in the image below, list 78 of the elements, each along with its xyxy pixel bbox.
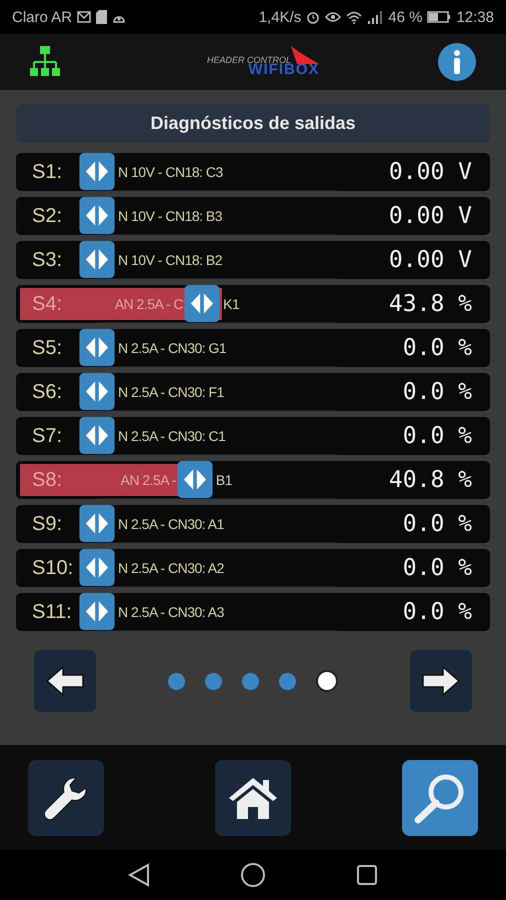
previous-button[interactable] bbox=[34, 650, 96, 712]
page-dot[interactable] bbox=[242, 672, 259, 690]
battery-percent: 46 % bbox=[388, 8, 422, 26]
output-label: S6: bbox=[32, 381, 62, 404]
slider-thumb[interactable] bbox=[78, 417, 116, 454]
output-label: S3: bbox=[32, 249, 62, 272]
carrier-name: Claro AR bbox=[12, 8, 72, 26]
output-reading: 0.00 V bbox=[388, 203, 472, 229]
home-circle-icon[interactable] bbox=[240, 862, 266, 888]
info-icon[interactable] bbox=[438, 43, 476, 81]
output-description: K1 bbox=[223, 296, 240, 312]
output-label: S9: bbox=[32, 513, 62, 536]
output-reading: 0.00 V bbox=[388, 159, 472, 185]
output-reading: 0.0 % bbox=[402, 335, 472, 361]
output-description: N 2.5A - CN30: A2 bbox=[118, 560, 224, 576]
output-description: N 10V - CN18: C3 bbox=[118, 164, 223, 180]
mail-icon bbox=[77, 11, 92, 23]
page-dot[interactable] bbox=[205, 672, 222, 690]
output-reading: 0.0 % bbox=[402, 423, 472, 449]
network-tree-icon[interactable] bbox=[30, 46, 60, 78]
slider-thumb[interactable] bbox=[176, 461, 214, 498]
right-arrow-icon bbox=[421, 665, 461, 697]
output-description: N 2.5A - CN30: C1 bbox=[118, 428, 226, 444]
output-description: AN 2.5A - bbox=[120, 472, 176, 488]
output-reading: 0.0 % bbox=[402, 555, 472, 581]
wifi-icon bbox=[346, 10, 362, 24]
search-button[interactable] bbox=[402, 760, 478, 836]
slider-thumb[interactable] bbox=[78, 329, 116, 366]
home-icon bbox=[227, 776, 279, 820]
output-label: S4: bbox=[32, 293, 62, 316]
left-arrow-icon bbox=[45, 665, 85, 697]
output-reading: 43.8 % bbox=[388, 291, 472, 317]
slider-thumb[interactable] bbox=[78, 241, 116, 278]
output-reading: 0.0 % bbox=[402, 511, 472, 537]
signal-icon bbox=[367, 10, 384, 24]
output-reading: 0.00 V bbox=[388, 247, 472, 273]
next-button[interactable] bbox=[410, 650, 472, 712]
clock-time: 12:38 bbox=[456, 8, 494, 26]
back-icon[interactable] bbox=[128, 863, 150, 887]
page-dot[interactable] bbox=[279, 672, 296, 690]
recents-icon[interactable] bbox=[356, 864, 378, 886]
output-description: N 2.5A - CN30: G1 bbox=[118, 340, 226, 356]
eye-icon bbox=[325, 11, 342, 23]
output-label: S8: bbox=[32, 469, 62, 492]
logo-tagline: HEADER CONTROL bbox=[206, 54, 291, 65]
sd-card-icon bbox=[96, 10, 108, 24]
output-description: AN 2.5A - C bbox=[114, 296, 184, 312]
slider-thumb[interactable] bbox=[183, 285, 222, 322]
output-label: S2: bbox=[32, 205, 62, 228]
alarm-icon bbox=[306, 10, 320, 24]
settings-button[interactable] bbox=[28, 760, 104, 836]
section-header: Diagnósticos de salidas bbox=[16, 104, 490, 143]
output-description: N 10V - CN18: B2 bbox=[118, 252, 222, 268]
output-description: N 10V - CN18: B3 bbox=[118, 208, 222, 224]
slider-thumb[interactable] bbox=[78, 549, 116, 586]
slider-thumb[interactable] bbox=[78, 373, 116, 410]
output-description: N 2.5A - CN30: F1 bbox=[118, 384, 224, 400]
output-reading: 0.0 % bbox=[402, 379, 472, 405]
output-reading: 40.8 % bbox=[388, 467, 472, 493]
home-button[interactable] bbox=[215, 760, 291, 836]
battery-icon bbox=[427, 11, 452, 23]
slider-thumb[interactable] bbox=[78, 197, 116, 234]
output-label: S5: bbox=[32, 337, 62, 360]
output-label: S7: bbox=[32, 425, 62, 448]
output-description: N 2.5A - CN30: A3 bbox=[118, 604, 224, 620]
output-label: S11: bbox=[32, 601, 72, 624]
output-reading: 0.0 % bbox=[402, 599, 472, 625]
network-speed: 1,4K/s bbox=[258, 8, 302, 26]
output-label: S10: bbox=[32, 557, 74, 580]
slider-thumb[interactable] bbox=[78, 593, 116, 630]
page-dot[interactable] bbox=[316, 670, 338, 692]
page-dot[interactable] bbox=[168, 672, 185, 690]
slider-thumb[interactable] bbox=[78, 505, 116, 542]
output-description: N 2.5A - CN30: A1 bbox=[118, 516, 224, 532]
output-description: B1 bbox=[216, 472, 232, 488]
logo-wordmark: WIFIBOX bbox=[248, 62, 320, 78]
slider-thumb[interactable] bbox=[78, 153, 116, 190]
output-label: S1: bbox=[32, 161, 62, 184]
